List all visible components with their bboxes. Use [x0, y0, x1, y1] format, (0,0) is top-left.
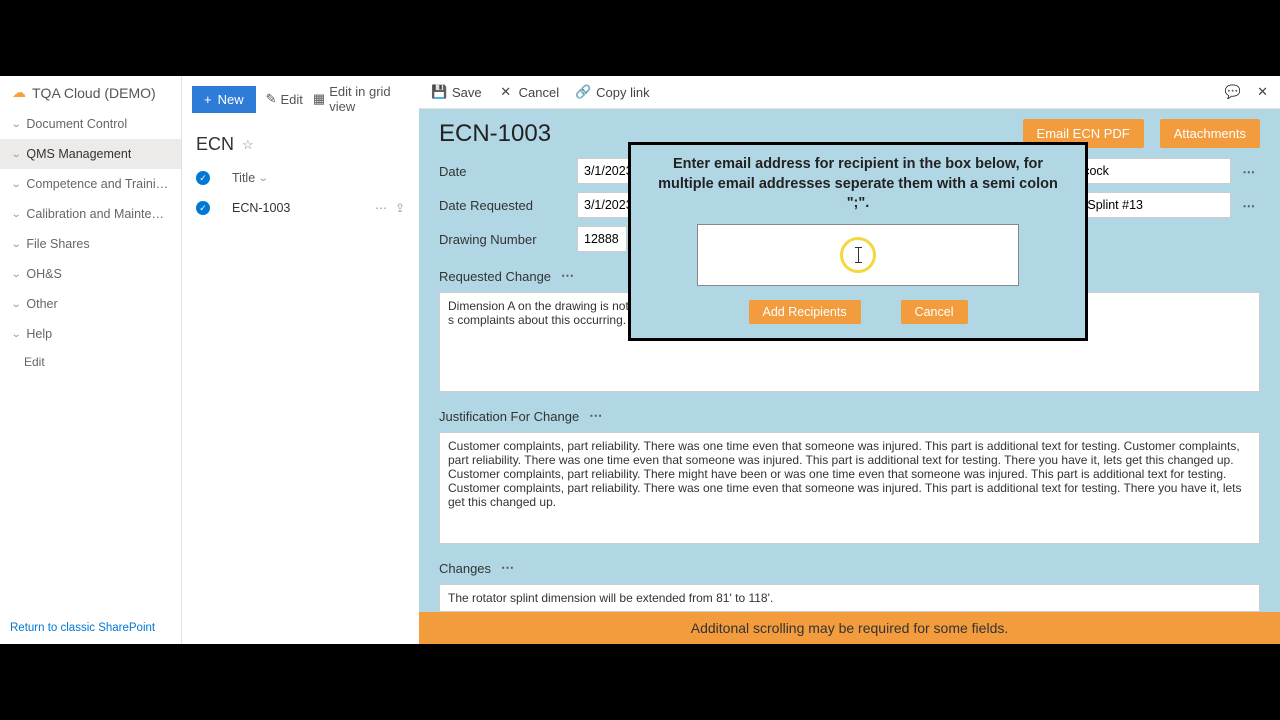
more-icon[interactable]: ⋯ [1239, 164, 1261, 179]
copylink-button[interactable]: 🔗Copy link [575, 84, 649, 100]
date-label: Date [439, 164, 569, 179]
new-button[interactable]: +New [192, 86, 256, 113]
list-toolbar: +New ✎Edit ▦Edit in grid view [182, 76, 419, 122]
sidebar-item-other[interactable]: ⌄Other [0, 289, 181, 319]
more-icon[interactable]: ⋯ [585, 408, 607, 424]
more-icon[interactable]: ⋯ [1239, 198, 1261, 213]
sidebar-item-qms[interactable]: ⌄QMS Management [0, 139, 181, 169]
daterequested-label: Date Requested [439, 198, 569, 213]
column-title[interactable]: Title ⌄ [232, 171, 268, 185]
detail-commandbar: 💾Save ✕Cancel 🔗Copy link 💬 ✕ [419, 76, 1280, 109]
sidebar-item-calibration[interactable]: ⌄Calibration and Maintena... [0, 199, 181, 229]
sidebar-item-ohs[interactable]: ⌄OH&S [0, 259, 181, 289]
more-icon[interactable]: ⋯ [497, 560, 519, 576]
list-title-row: ECN ☆ [182, 122, 419, 163]
pencil-icon: ✎ [266, 91, 277, 107]
attachments-button[interactable]: Attachments [1160, 119, 1260, 148]
classic-sharepoint-link[interactable]: Return to classic SharePoint [0, 614, 181, 644]
cloud-icon: ☁ [12, 84, 26, 101]
chevron-down-icon: ⌄ [11, 209, 22, 220]
justification-label: Justification For Change⋯ [439, 408, 1260, 424]
app-header: ☁ TQA Cloud (DEMO) [0, 76, 181, 109]
chevron-down-icon: ⌄ [11, 329, 22, 340]
row-title: ECN-1003 [232, 201, 365, 215]
sidebar-item-competence[interactable]: ⌄Competence and Training [0, 169, 181, 199]
drawing-input[interactable] [577, 226, 627, 252]
save-button[interactable]: 💾Save [431, 84, 482, 100]
list-row[interactable]: ✓ ECN-1003 ⋯ ⇪ [182, 193, 419, 223]
cancel-button[interactable]: ✕Cancel [498, 84, 559, 100]
add-recipients-button[interactable]: Add Recipients [749, 300, 861, 324]
changes-textarea[interactable] [439, 584, 1260, 612]
drawing-label: Drawing Number [439, 232, 569, 247]
save-icon: 💾 [431, 84, 447, 100]
sidebar-item-help[interactable]: ⌄Help [0, 319, 181, 349]
chevron-down-icon: ⌄ [11, 239, 22, 250]
link-icon: 🔗 [575, 84, 591, 100]
chevron-down-icon: ⌄ [11, 119, 22, 130]
chevron-down-icon: ⌄ [258, 173, 269, 184]
check-icon[interactable]: ✓ [196, 171, 210, 185]
chevron-down-icon: ⌄ [11, 179, 22, 190]
sidebar-edit-link[interactable]: Edit [0, 349, 181, 375]
sidebar: ☁ TQA Cloud (DEMO) ⌄Document Control ⌄QM… [0, 76, 182, 644]
check-icon[interactable]: ✓ [196, 201, 210, 215]
plus-icon: + [204, 92, 212, 107]
list-column: +New ✎Edit ▦Edit in grid view ECN ☆ ✓ Ti… [182, 76, 419, 644]
chevron-down-icon: ⌄ [11, 299, 22, 310]
chevron-down-icon: ⌄ [11, 269, 22, 280]
comment-icon[interactable]: 💬 [1225, 84, 1241, 100]
email-recipients-modal: Enter email address for recipient in the… [628, 142, 1088, 341]
share-icon[interactable]: ⇪ [395, 201, 405, 215]
edit-button[interactable]: ✎Edit [266, 91, 303, 107]
row-actions: ⋯ ⇪ [375, 201, 405, 215]
grid-edit-button[interactable]: ▦Edit in grid view [313, 84, 409, 114]
modal-cancel-button[interactable]: Cancel [901, 300, 968, 324]
star-icon[interactable]: ☆ [242, 137, 254, 153]
modal-instruction: Enter email address for recipient in the… [647, 155, 1069, 224]
grid-icon: ▦ [313, 91, 325, 107]
changes-label: Changes⋯ [439, 560, 1260, 576]
close-icon: ✕ [498, 84, 514, 100]
list-header: ✓ Title ⌄ [182, 163, 419, 193]
close-panel-icon[interactable]: ✕ [1257, 84, 1268, 100]
app-title: TQA Cloud (DEMO) [32, 85, 156, 101]
sidebar-item-document-control[interactable]: ⌄Document Control [0, 109, 181, 139]
more-icon[interactable]: ⋯ [375, 201, 387, 215]
justification-textarea[interactable] [439, 432, 1260, 544]
more-icon[interactable]: ⋯ [557, 268, 579, 284]
sidebar-item-fileshares[interactable]: ⌄File Shares [0, 229, 181, 259]
scroll-notice: Additonal scrolling may be required for … [419, 612, 1280, 644]
recipients-input[interactable] [697, 224, 1019, 286]
cursor-highlight [840, 237, 876, 273]
list-title: ECN [196, 134, 234, 155]
chevron-down-icon: ⌄ [11, 149, 22, 160]
